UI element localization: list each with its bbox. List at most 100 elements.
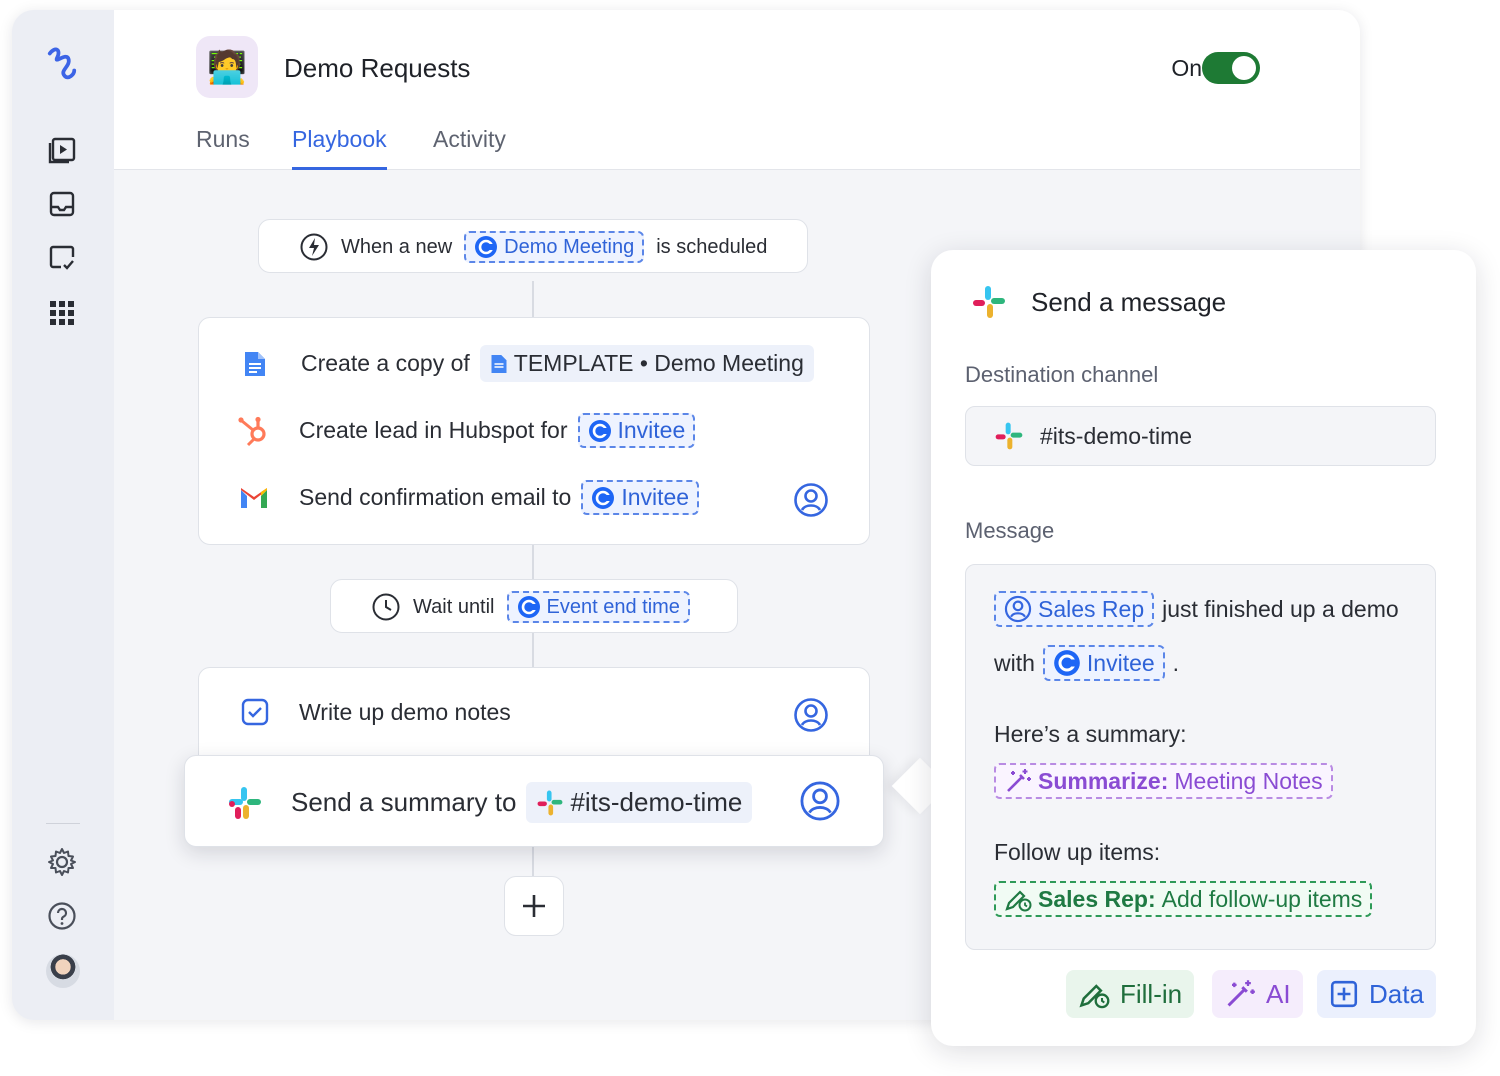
connector [532, 847, 534, 877]
hubspot-icon [238, 416, 266, 446]
page-title: Demo Requests [284, 53, 471, 83]
message-label: Message [965, 518, 1055, 543]
invitee-chip[interactable]: Invitee [1042, 645, 1165, 681]
followup-chip-rest: Add follow-up items [1161, 885, 1363, 912]
step-copy-doc[interactable]: Create a copy of TEMPLATE • Demo Meeting [243, 345, 814, 382]
message-line-1-text: just finished up a demo [1162, 595, 1399, 622]
fill-in-button[interactable]: Fill-in [1066, 970, 1195, 1018]
apps-grid-icon[interactable] [46, 297, 78, 329]
demo-meeting-label: Demo Meeting [504, 235, 635, 258]
event-end-time-chip[interactable]: Event end time [506, 591, 690, 623]
slack-channel-chip[interactable]: #its-demo-time [526, 782, 753, 823]
header: 🧑‍💻 Demo Requests On Runs Playbook Activ… [114, 10, 1360, 170]
invitee-chip[interactable]: Invitee [581, 480, 700, 515]
tab-playbook[interactable]: Playbook [292, 126, 387, 170]
tab-activity[interactable]: Activity [433, 126, 506, 167]
summary-label: Here’s a summary: [994, 721, 1187, 748]
playbook-emoji-icon: 🧑‍💻 [196, 36, 258, 98]
destination-value: #its-demo-time [1040, 422, 1193, 449]
slack-icon [229, 786, 261, 819]
settings-icon[interactable] [46, 846, 78, 878]
toggle-label: On [1171, 55, 1202, 81]
user-avatar[interactable] [46, 954, 80, 988]
calendly-icon [475, 236, 498, 258]
trigger-card[interactable]: When a new Demo Meeting is scheduled [258, 219, 808, 273]
fill-in-label: Fill-in [1120, 978, 1183, 1009]
wait-card[interactable]: Wait until Event end time [330, 579, 738, 633]
message-line-2: with Invitee . [994, 645, 1179, 681]
invitee-chip[interactable]: Invitee [577, 413, 696, 448]
inbox-icon[interactable] [46, 188, 78, 220]
trigger-prefix: When a new [341, 235, 453, 258]
slack-icon [995, 422, 1023, 450]
add-step-button[interactable] [504, 876, 564, 936]
demo-meeting-chip[interactable]: Demo Meeting [464, 231, 645, 263]
invitee-label: Invitee [617, 417, 686, 443]
template-doc-label: TEMPLATE • Demo Meeting [513, 350, 804, 376]
step-slack-text: Send a summary to [291, 787, 517, 817]
message-field[interactable]: Sales Rep just finished up a demo with I… [965, 564, 1436, 950]
fill-in-pen-icon [1005, 890, 1032, 912]
followup-label: Follow up items: [994, 839, 1160, 866]
event-end-time-label: Event end time [546, 595, 680, 618]
slack-step-card[interactable]: Send a summary to #its-demo-time [184, 755, 884, 847]
data-button[interactable]: Data [1317, 970, 1436, 1018]
runs-icon[interactable] [46, 134, 78, 166]
ai-button[interactable]: AI [1212, 970, 1303, 1018]
sales-rep-chip[interactable]: Sales Rep [994, 591, 1155, 627]
assignee-icon[interactable] [799, 780, 841, 827]
step-confirmation-email[interactable]: Send confirmation email to Invitee [239, 480, 700, 515]
connector [532, 281, 534, 321]
slack-icon [973, 286, 1005, 318]
slack-channel-label: #its-demo-time [570, 787, 743, 817]
slack-icon [537, 790, 563, 815]
tab-runs[interactable]: Runs [196, 126, 250, 167]
plus-icon [523, 895, 545, 917]
enable-toggle[interactable] [1202, 52, 1260, 84]
magic-wand-icon [1227, 980, 1255, 1007]
assignee-icon[interactable] [793, 482, 829, 523]
help-icon[interactable] [46, 900, 78, 932]
send-message-panel: Send a message Destination channel #its-… [931, 250, 1476, 1046]
data-label: Data [1369, 978, 1424, 1009]
summarize-chip-rest: Meeting Notes [1174, 767, 1323, 794]
message-line-2-suffix: . [1172, 649, 1180, 676]
summarize-chip-bold: Summarize: [1038, 767, 1169, 794]
message-line-2-prefix: with [994, 649, 1035, 676]
calendly-icon [592, 486, 615, 509]
summarize-row: Summarize: Meeting Notes [994, 763, 1333, 799]
step-email-text: Send confirmation email to [299, 484, 572, 510]
notes-card[interactable]: Write up demo notes [198, 667, 870, 767]
sales-rep-label: Sales Rep [1038, 595, 1145, 622]
assignee-icon[interactable] [793, 697, 829, 738]
summary-label-text: Here’s a summary: [994, 721, 1187, 747]
calendly-icon [517, 596, 540, 618]
summarize-chip[interactable]: Summarize: Meeting Notes [994, 763, 1333, 799]
wait-prefix: Wait until [413, 595, 495, 618]
panel-header: Send a message [971, 284, 1226, 320]
clock-icon [372, 593, 400, 621]
connector [532, 631, 534, 669]
step-notes-row: Write up demo notes [241, 698, 511, 726]
followup-chip[interactable]: Sales Rep: Add follow-up items [994, 881, 1373, 917]
calendly-icon [588, 419, 611, 442]
destination-channel-field[interactable]: #its-demo-time [965, 406, 1436, 466]
trigger-suffix: is scheduled [656, 235, 768, 258]
connector [532, 543, 534, 583]
wait-row: Wait until Event end time [371, 591, 690, 623]
sidebar-divider [46, 823, 80, 824]
step-hubspot-text: Create lead in Hubspot for [299, 417, 568, 443]
gmail-icon [241, 487, 267, 508]
followup-row: Sales Rep: Add follow-up items [994, 881, 1373, 917]
google-docs-icon [491, 354, 507, 373]
lightning-icon [300, 233, 328, 261]
tasks-icon[interactable] [46, 242, 78, 274]
destination-label: Destination channel [965, 362, 1159, 387]
logo-icon[interactable] [46, 46, 78, 80]
fill-in-pen-icon [1079, 984, 1110, 1009]
template-doc-chip[interactable]: TEMPLATE • Demo Meeting [479, 345, 814, 382]
toggle-knob [1232, 56, 1256, 80]
step-hubspot-lead[interactable]: Create lead in Hubspot for Invitee [237, 413, 696, 448]
magic-wand-icon [1007, 769, 1031, 792]
steps-card: Create a copy of TEMPLATE • Demo Meeting… [198, 317, 870, 545]
